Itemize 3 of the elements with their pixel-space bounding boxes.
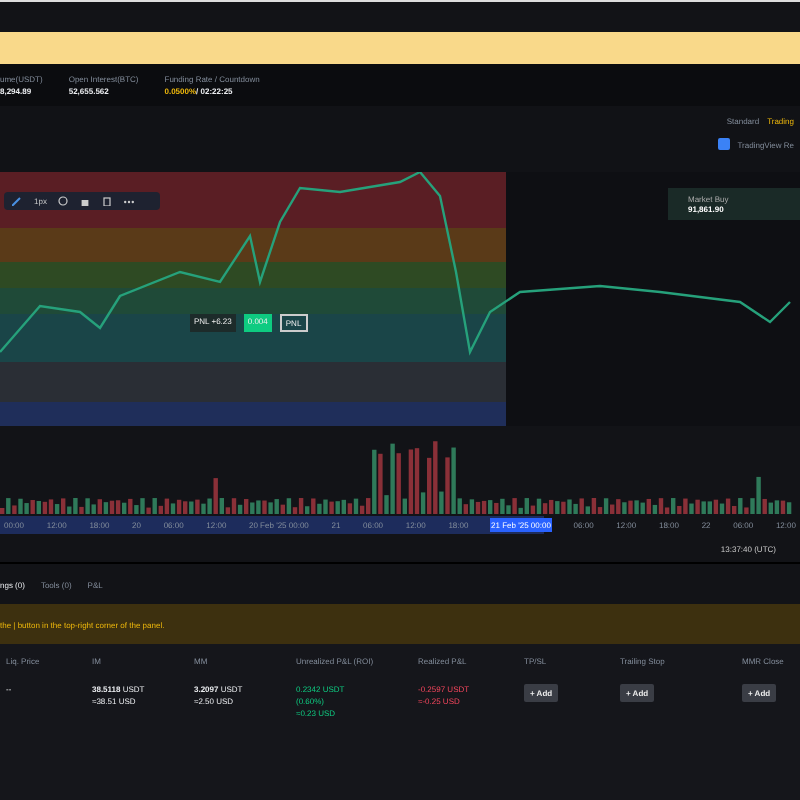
pencil-icon[interactable] <box>12 196 22 206</box>
settings-icon[interactable] <box>58 196 69 206</box>
checkbox[interactable] <box>717 138 730 150</box>
